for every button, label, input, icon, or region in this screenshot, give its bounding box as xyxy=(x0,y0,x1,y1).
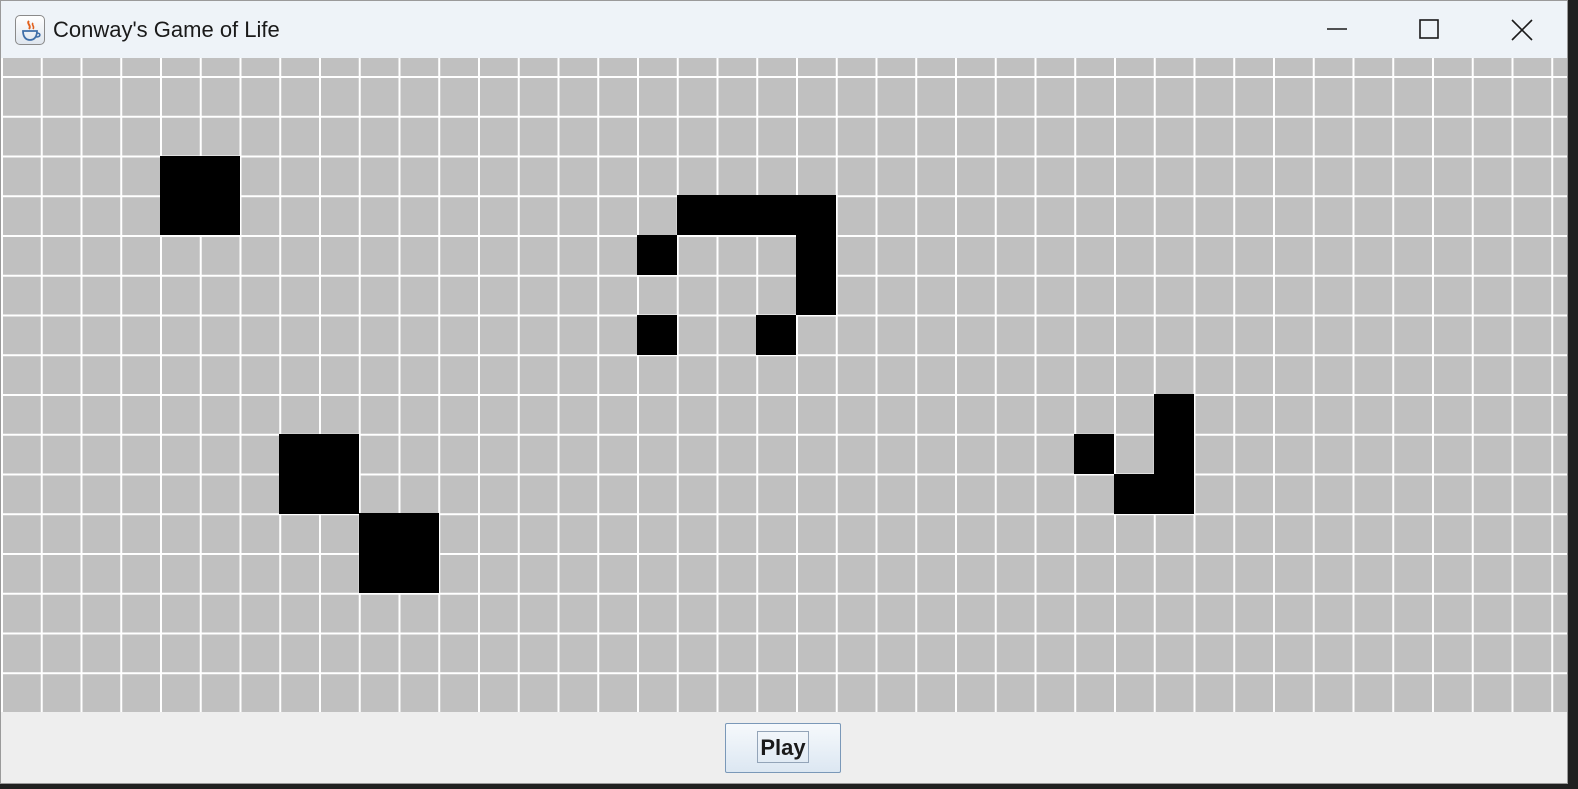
alive-cell[interactable] xyxy=(756,315,796,355)
maximize-button[interactable] xyxy=(1383,1,1475,58)
alive-cell[interactable] xyxy=(359,553,399,593)
alive-cell[interactable] xyxy=(200,156,240,196)
game-board[interactable] xyxy=(1,58,1567,712)
alive-cell[interactable] xyxy=(1154,394,1194,434)
alive-cell[interactable] xyxy=(1074,434,1114,474)
alive-cell[interactable] xyxy=(160,156,200,196)
minimize-button[interactable] xyxy=(1291,1,1383,58)
alive-cell[interactable] xyxy=(796,195,836,235)
minimize-icon xyxy=(1327,28,1347,30)
control-bar: Play xyxy=(1,712,1567,783)
window-title: Conway's Game of Life xyxy=(53,17,280,42)
alive-cell[interactable] xyxy=(796,235,836,275)
alive-cell[interactable] xyxy=(677,195,717,235)
close-icon xyxy=(1511,19,1533,41)
alive-cell[interactable] xyxy=(796,275,836,315)
alive-cell[interactable] xyxy=(399,553,439,593)
game-window: Conway's Game of Life Play xyxy=(0,0,1568,784)
alive-cell[interactable] xyxy=(1154,474,1194,514)
alive-cell[interactable] xyxy=(637,235,677,275)
maximize-icon xyxy=(1419,19,1439,39)
java-cup-icon xyxy=(15,15,45,45)
alive-cell[interactable] xyxy=(319,474,359,514)
alive-cell[interactable] xyxy=(756,195,796,235)
alive-cell[interactable] xyxy=(359,513,399,553)
close-button[interactable] xyxy=(1475,1,1567,58)
alive-cell[interactable] xyxy=(637,315,677,355)
alive-cell[interactable] xyxy=(1114,474,1154,514)
alive-cell[interactable] xyxy=(319,434,359,474)
alive-cell[interactable] xyxy=(399,513,439,553)
title-bar[interactable]: Conway's Game of Life xyxy=(1,1,1567,58)
alive-cell[interactable] xyxy=(717,195,757,235)
play-button[interactable]: Play xyxy=(725,723,841,773)
alive-cell[interactable] xyxy=(1154,434,1194,474)
alive-cell[interactable] xyxy=(160,195,200,235)
alive-cell[interactable] xyxy=(279,434,319,474)
alive-cell[interactable] xyxy=(200,195,240,235)
play-button-label: Play xyxy=(760,735,806,760)
alive-cell[interactable] xyxy=(279,474,319,514)
